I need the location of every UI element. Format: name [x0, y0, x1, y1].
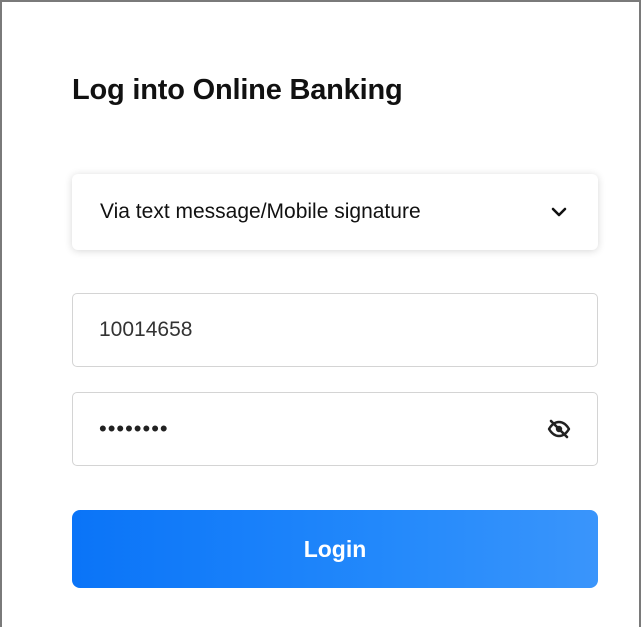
chevron-down-icon	[548, 201, 570, 223]
login-method-select[interactable]: Via text message/Mobile signature	[72, 174, 598, 250]
customer-number-input[interactable]	[99, 318, 571, 342]
page-title: Log into Online Banking	[72, 74, 403, 106]
login-button[interactable]: Login	[72, 510, 598, 588]
login-method-value: Via text message/Mobile signature	[100, 200, 421, 223]
login-form: Log into Online Banking Via text message…	[72, 70, 598, 588]
login-panel: Log into Online Banking Via text message…	[0, 0, 641, 627]
eye-off-icon[interactable]	[546, 416, 571, 442]
password-input[interactable]	[99, 416, 547, 442]
password-field[interactable]	[72, 392, 598, 466]
customer-number-field[interactable]	[72, 293, 598, 367]
